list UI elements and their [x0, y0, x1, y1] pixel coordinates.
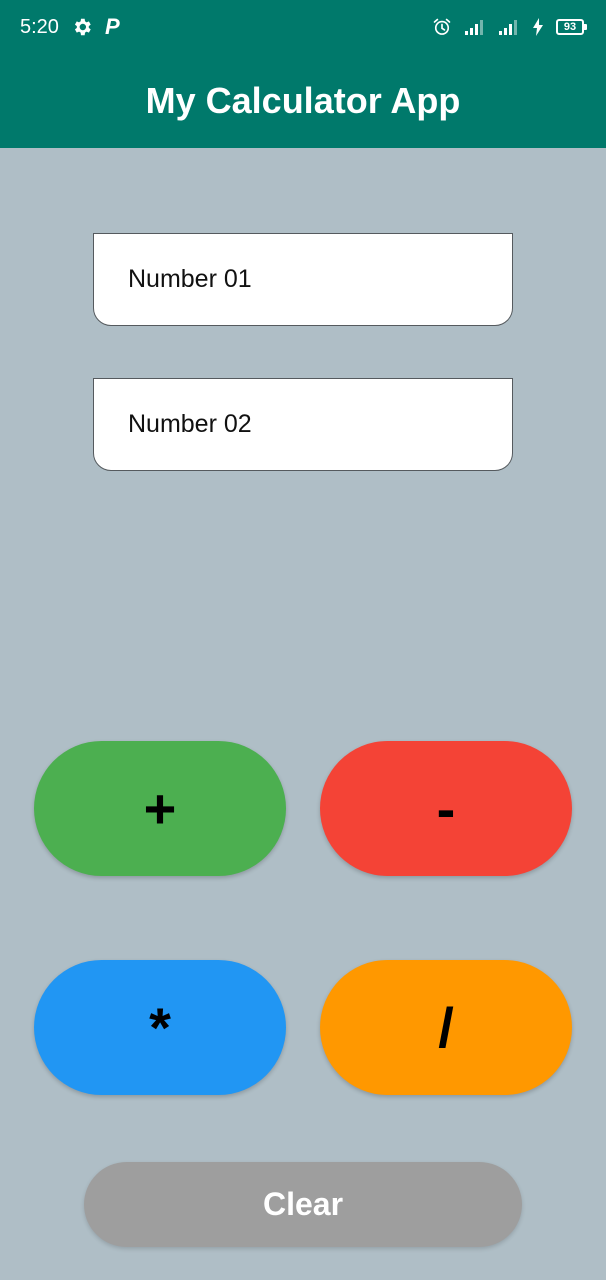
number-01-input[interactable]	[128, 265, 512, 294]
divide-button[interactable]: /	[320, 960, 572, 1095]
charging-icon	[532, 18, 544, 36]
gear-icon	[71, 16, 93, 38]
alarm-icon	[432, 17, 452, 37]
subtract-button[interactable]: -	[320, 741, 572, 876]
status-bar: 5:20 P 93	[0, 0, 606, 54]
p-icon: P	[104, 14, 120, 39]
multiply-button[interactable]: *	[34, 960, 286, 1095]
status-time: 5:20	[20, 15, 59, 38]
number-02-input[interactable]	[128, 410, 512, 439]
app-bar: My Calculator App	[0, 54, 606, 148]
signal-icon	[464, 18, 486, 36]
status-bar-left: 5:20 P	[20, 14, 120, 40]
clear-button[interactable]: Clear	[84, 1162, 522, 1247]
add-button[interactable]: +	[34, 741, 286, 876]
battery-icon: 93	[556, 19, 587, 35]
app-title: My Calculator App	[145, 80, 461, 121]
number-01-field[interactable]	[93, 233, 513, 326]
battery-level: 93	[563, 21, 577, 33]
signal-icon	[498, 18, 520, 36]
status-bar-right: 93	[432, 17, 587, 37]
number-02-field[interactable]	[93, 378, 513, 471]
